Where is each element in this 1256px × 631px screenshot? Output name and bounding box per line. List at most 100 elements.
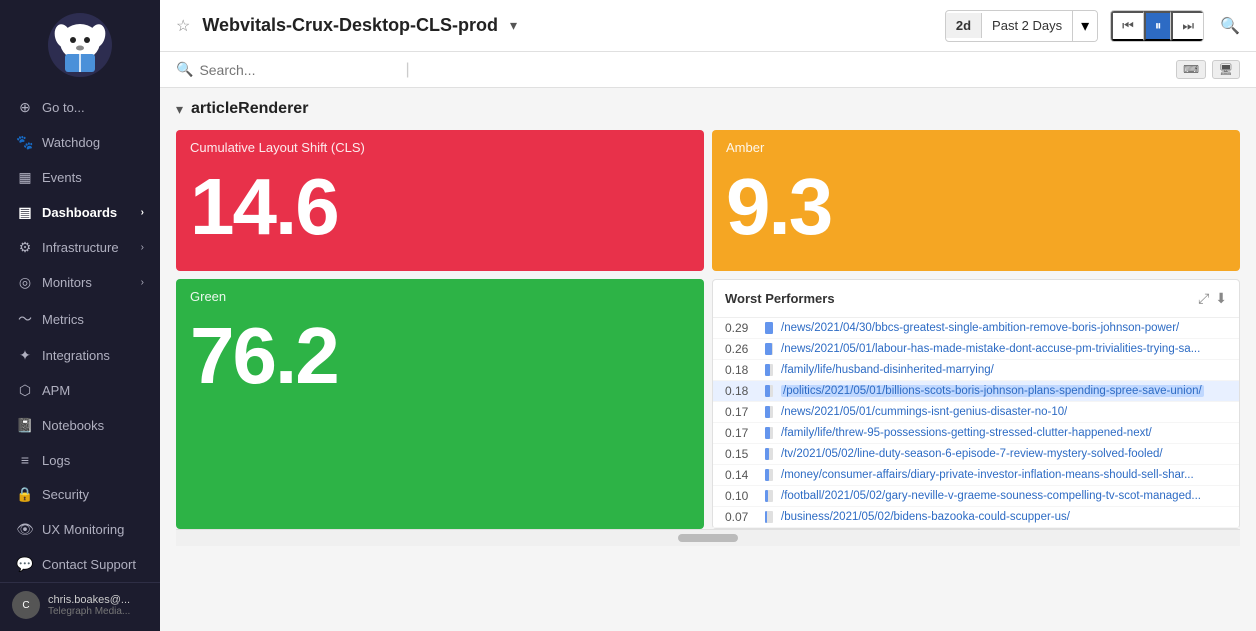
sidebar-item-label-apm: APM bbox=[42, 383, 70, 398]
table-row: 0.18/politics/2021/05/01/billions-scots-… bbox=[713, 381, 1239, 402]
table-row: 0.17/family/life/threw-95-possessions-ge… bbox=[713, 423, 1239, 444]
wp-bar bbox=[765, 343, 772, 355]
wp-bar-wrap bbox=[765, 385, 773, 397]
time-range[interactable]: Past 2 Days bbox=[982, 13, 1072, 38]
sidebar-item-watchdog[interactable]: 🐾 Watchdog bbox=[0, 125, 160, 160]
wp-score: 0.18 bbox=[725, 384, 765, 398]
wp-url[interactable]: /money/consumer-affairs/diary-private-in… bbox=[781, 469, 1194, 481]
wp-bar bbox=[765, 364, 770, 376]
topbar: ☆ Webvitals-Crux-Desktop-CLS-prod ▾ 2d P… bbox=[160, 0, 1256, 52]
table-row: 0.26/news/2021/05/01/labour-has-made-mis… bbox=[713, 339, 1239, 360]
time-controls: 2d Past 2 Days ▾ bbox=[945, 10, 1098, 42]
wp-bar-wrap bbox=[765, 490, 773, 502]
panel-cls-value: 14.6 bbox=[176, 159, 704, 271]
sidebar-item-security[interactable]: 🔒Security bbox=[0, 477, 160, 512]
watchdog-icon: 🐾 bbox=[16, 134, 34, 151]
table-row: 0.14/money/consumer-affairs/diary-privat… bbox=[713, 465, 1239, 486]
time-badge[interactable]: 2d bbox=[946, 13, 982, 38]
wp-url[interactable]: /football/2021/05/02/gary-neville-v-grae… bbox=[781, 490, 1201, 502]
contact-support-icon: 💬 bbox=[16, 556, 34, 573]
apm-icon: ⬡ bbox=[16, 382, 34, 399]
search-input[interactable] bbox=[199, 62, 399, 78]
dashboard-area: ▾ articleRenderer Cumulative Layout Shif… bbox=[160, 88, 1256, 631]
panel-cls: Cumulative Layout Shift (CLS) 14.6 bbox=[176, 130, 704, 271]
sidebar-item-contact-support[interactable]: 💬 Contact Support bbox=[0, 547, 160, 582]
scroll-bar[interactable] bbox=[678, 534, 738, 542]
wp-score: 0.07 bbox=[725, 510, 765, 524]
wp-url[interactable]: /news/2021/05/01/cummings-isnt-genius-di… bbox=[781, 406, 1067, 418]
keyboard-shortcuts: ⌨ 🖥 bbox=[1176, 60, 1240, 79]
wp-score: 0.26 bbox=[725, 342, 765, 356]
sidebar: ⊕Go to... 🐾 Watchdog ▦Events▤Dashboards› ⚙ In… bbox=[0, 0, 160, 631]
nav-play-pause-button[interactable]: ⏸ bbox=[1144, 11, 1172, 41]
sidebar-item-notebooks[interactable]: 📓Notebooks bbox=[0, 408, 160, 443]
sidebar-item-ux-monitoring[interactable]: 👁UX Monitoring bbox=[0, 512, 160, 547]
sidebar-item-integrations[interactable]: ✦Integrations bbox=[0, 338, 160, 373]
ux-monitoring-icon: 👁 bbox=[16, 521, 34, 538]
wp-actions: ⤢ ⬇ bbox=[1198, 290, 1227, 307]
sidebar-nav: ⊕Go to... 🐾 Watchdog ▦Events▤Dashboards› ⚙ In… bbox=[0, 90, 160, 582]
monitors-arrow-icon: › bbox=[141, 277, 144, 288]
wp-score: 0.18 bbox=[725, 363, 765, 377]
search-icon[interactable]: 🔍 bbox=[1220, 16, 1240, 36]
wp-bar-wrap bbox=[765, 427, 773, 439]
sidebar-item-metrics[interactable]: 〜Metrics bbox=[0, 300, 160, 338]
search-input-wrap: 🔍 | bbox=[176, 61, 1168, 79]
sidebar-item-label-watchdog: Watchdog bbox=[42, 135, 100, 150]
wp-score: 0.17 bbox=[725, 426, 765, 440]
sidebar-item-events[interactable]: ▦Events bbox=[0, 160, 160, 195]
wp-bar bbox=[765, 490, 768, 502]
worst-performers-table: 0.29/news/2021/04/30/bbcs-greatest-singl… bbox=[713, 318, 1239, 528]
logo bbox=[0, 0, 160, 90]
nav-prev-prev-button[interactable]: ⏮ bbox=[1111, 11, 1144, 41]
wp-url[interactable]: /news/2021/04/30/bbcs-greatest-single-am… bbox=[781, 322, 1179, 334]
wp-bar bbox=[765, 322, 773, 334]
sidebar-item-infrastructure[interactable]: ⚙Infrastructure› bbox=[0, 230, 160, 265]
worst-performers-header: Worst Performers ⤢ ⬇ bbox=[713, 280, 1239, 318]
sidebar-item-label-contact-support: Contact Support bbox=[42, 557, 136, 572]
wp-url[interactable]: /business/2021/05/02/bidens-bazooka-coul… bbox=[781, 511, 1070, 523]
wp-url[interactable]: /family/life/husband-disinherited-marryi… bbox=[781, 364, 994, 376]
wp-expand-button[interactable]: ⤢ bbox=[1198, 290, 1209, 307]
wp-bar-wrap bbox=[765, 406, 773, 418]
time-dropdown-icon[interactable]: ▾ bbox=[1072, 11, 1097, 41]
dashboards-arrow-icon: › bbox=[141, 207, 144, 218]
wp-bar-wrap bbox=[765, 364, 773, 376]
main-content: ☆ Webvitals-Crux-Desktop-CLS-prod ▾ 2d P… bbox=[160, 0, 1256, 631]
security-icon: 🔒 bbox=[16, 486, 34, 503]
panel-green-value: 76.2 bbox=[176, 308, 704, 420]
section-title: articleRenderer bbox=[191, 100, 308, 118]
star-icon[interactable]: ☆ bbox=[176, 16, 190, 36]
wp-bar-wrap bbox=[765, 448, 773, 460]
panel-cls-header: Cumulative Layout Shift (CLS) bbox=[176, 130, 704, 159]
sidebar-item-logs[interactable]: ≡Logs bbox=[0, 443, 160, 477]
wp-url[interactable]: /news/2021/05/01/labour-has-made-mistake… bbox=[781, 343, 1200, 355]
sidebar-item-apm[interactable]: ⬡ APM bbox=[0, 373, 160, 408]
wp-bar bbox=[765, 427, 770, 439]
wp-bar bbox=[765, 448, 769, 460]
user-profile[interactable]: C chris.boakes@... Telegraph Media... bbox=[0, 583, 160, 627]
search-divider: | bbox=[405, 61, 409, 79]
search-magnifier-icon: 🔍 bbox=[176, 61, 193, 78]
panel-green: Green 76.2 bbox=[176, 279, 704, 529]
panel-green-header: Green bbox=[176, 279, 704, 308]
wp-url[interactable]: /politics/2021/05/01/billions-scots-bori… bbox=[781, 385, 1204, 397]
display-icon: 🖥 bbox=[1212, 60, 1240, 79]
infrastructure-icon: ⚙ bbox=[16, 239, 34, 256]
monitors-icon: ◎ bbox=[16, 274, 34, 291]
sidebar-item-monitors[interactable]: ◎Monitors› bbox=[0, 265, 160, 300]
wp-download-button[interactable]: ⬇ bbox=[1215, 290, 1227, 307]
wp-url[interactable]: /tv/2021/05/02/line-duty-season-6-episod… bbox=[781, 448, 1163, 460]
sidebar-item-label-infrastructure: Infrastructure bbox=[42, 240, 119, 255]
nav-next-next-button[interactable]: ⏭ bbox=[1171, 11, 1203, 41]
sidebar-item-goto[interactable]: ⊕Go to... bbox=[0, 90, 160, 125]
collapse-icon[interactable]: ▾ bbox=[176, 101, 183, 118]
worst-performers-title: Worst Performers bbox=[725, 291, 1198, 306]
panel-amber: Amber 9.3 bbox=[712, 130, 1240, 271]
events-icon: ▦ bbox=[16, 169, 34, 186]
sidebar-item-dashboards[interactable]: ▤Dashboards› bbox=[0, 195, 160, 230]
chevron-down-icon[interactable]: ▾ bbox=[510, 17, 517, 34]
panel-worst-performers: Worst Performers ⤢ ⬇ 0.29/news/2021/04/3… bbox=[712, 279, 1240, 529]
wp-url[interactable]: /family/life/threw-95-possessions-gettin… bbox=[781, 427, 1152, 439]
table-row: 0.10/football/2021/05/02/gary-neville-v-… bbox=[713, 486, 1239, 507]
